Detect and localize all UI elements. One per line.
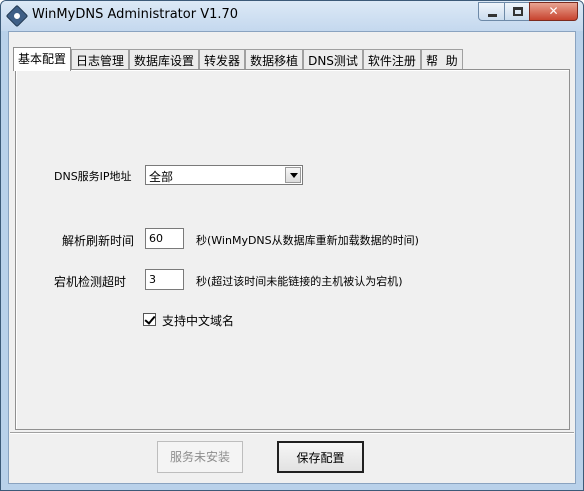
minimize-icon xyxy=(488,14,497,17)
tab-basic-config[interactable]: 基本配置 xyxy=(13,47,72,71)
chinese-domain-label[interactable]: 支持中文域名 xyxy=(162,312,234,329)
close-button[interactable]: ✕ xyxy=(529,2,578,21)
basic-config-panel: DNS服务IP地址 全部 解析刷新时间 秒(WinMyDNS从数据库重新加载数据… xyxy=(15,69,570,430)
tab-registration[interactable]: 软件注册 xyxy=(362,49,421,70)
refresh-time-label: 解析刷新时间 xyxy=(62,234,135,248)
title-bar[interactable]: WinMyDNS Administrator V1.70 ✕ xyxy=(1,1,583,31)
dns-ip-label: DNS服务IP地址 xyxy=(54,170,132,183)
tab-database-settings[interactable]: 数据库设置 xyxy=(129,49,200,70)
app-window: WinMyDNS Administrator V1.70 ✕ 基本配置 日志管理… xyxy=(0,0,584,491)
tab-data-migration[interactable]: 数据移植 xyxy=(245,49,304,70)
app-icon xyxy=(5,4,29,28)
save-config-button[interactable]: 保存配置 xyxy=(277,441,364,473)
tab-help[interactable]: 帮 助 xyxy=(420,49,463,70)
tab-strip: 基本配置 日志管理 数据库设置 转发器 数据移植 DNS测试 软件注册 帮 助 xyxy=(13,47,463,71)
tab-log-management[interactable]: 日志管理 xyxy=(71,49,130,70)
minimize-button[interactable] xyxy=(478,2,505,21)
chinese-domain-checkbox[interactable] xyxy=(143,313,156,326)
tab-dns-test[interactable]: DNS测试 xyxy=(303,49,363,70)
timeout-label: 宕机检测超时 xyxy=(54,275,127,289)
timeout-hint: 秒(超过该时间未能链接的主机被认为宕机) xyxy=(196,275,403,288)
dns-ip-value: 全部 xyxy=(149,170,174,184)
dns-ip-select[interactable]: 全部 xyxy=(145,165,303,185)
close-icon: ✕ xyxy=(548,4,559,18)
window-title: WinMyDNS Administrator V1.70 xyxy=(32,7,239,22)
timeout-input[interactable] xyxy=(145,269,184,290)
refresh-time-input[interactable] xyxy=(145,228,184,249)
tab-forwarder[interactable]: 转发器 xyxy=(199,49,246,70)
chevron-down-icon[interactable] xyxy=(285,167,301,183)
refresh-time-hint: 秒(WinMyDNS从数据库重新加载数据的时间) xyxy=(196,234,419,247)
service-not-installed-button[interactable]: 服务未安装 xyxy=(157,441,243,473)
client-area: 基本配置 日志管理 数据库设置 转发器 数据移植 DNS测试 软件注册 帮 助 … xyxy=(8,31,576,484)
footer-separator xyxy=(10,432,574,434)
maximize-button[interactable] xyxy=(504,2,530,21)
maximize-icon xyxy=(513,7,523,16)
